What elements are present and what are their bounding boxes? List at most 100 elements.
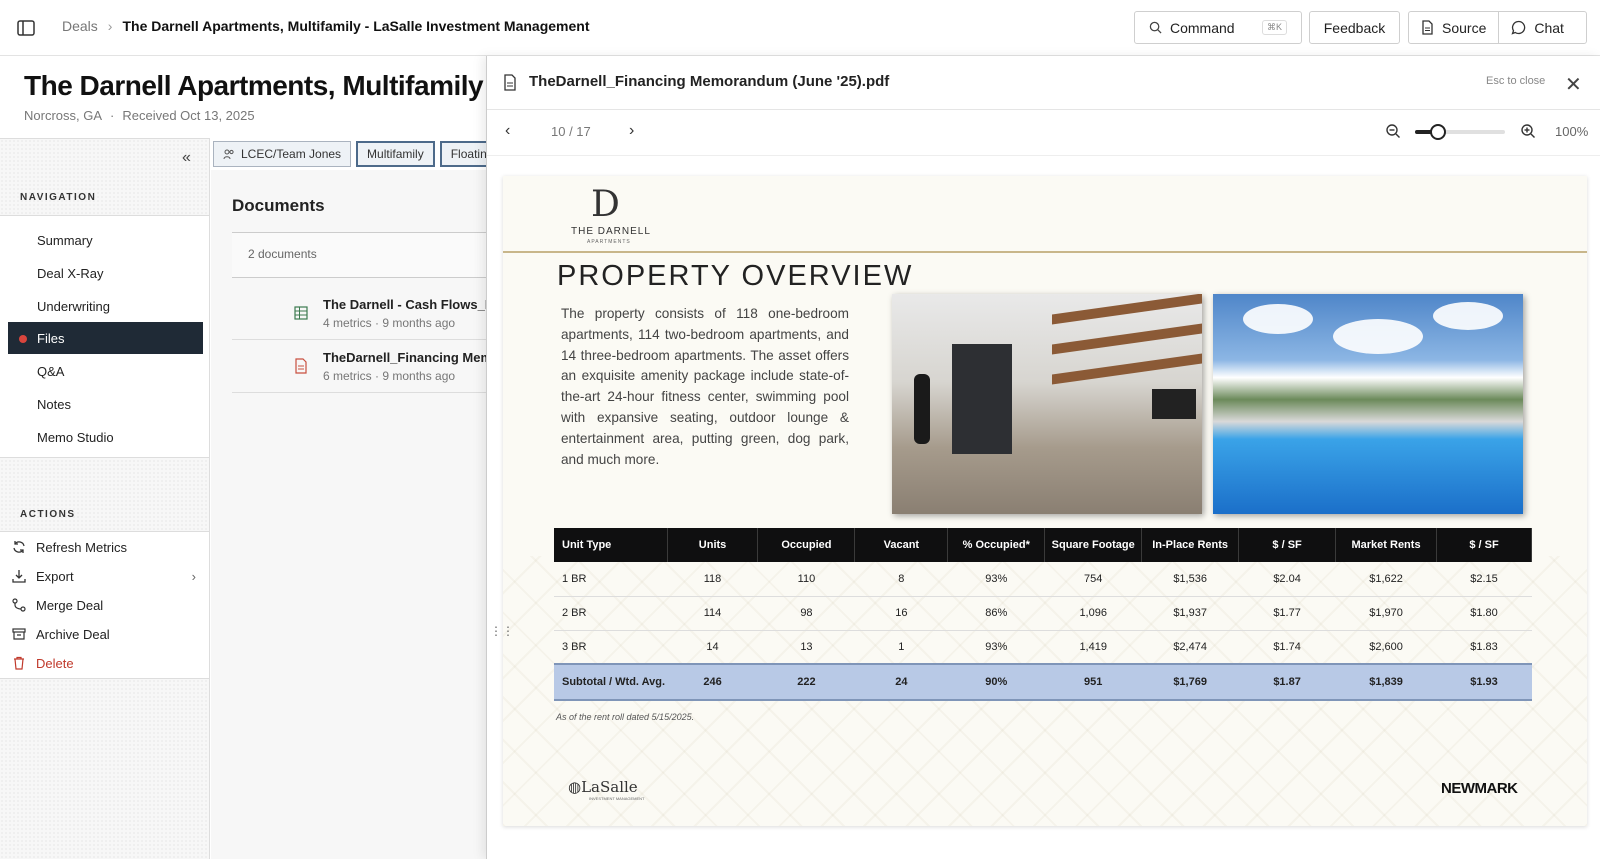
nav-item-files[interactable]: Files <box>8 322 203 354</box>
table-cell: 24 <box>854 663 948 701</box>
breadcrumb-deals-link[interactable]: Deals <box>62 18 98 34</box>
deal-received: Received Oct 13, 2025 <box>122 108 255 123</box>
table-cell: $1,536 <box>1141 562 1239 597</box>
command-button[interactable]: Command ⌘K <box>1134 11 1302 44</box>
merge-deal-action[interactable]: Merge Deal <box>12 592 202 618</box>
photo-beam <box>1052 323 1202 355</box>
table-cell: 951 <box>1044 663 1142 701</box>
nav-item-memo-studio[interactable]: Memo Studio <box>8 421 203 453</box>
photo-beam <box>1052 294 1202 325</box>
resize-handle-icon[interactable]: ⋮⋮ <box>490 624 514 638</box>
document-icon <box>504 74 516 91</box>
lasalle-logo-sub: INVESTMENT MANAGEMENT <box>589 796 645 801</box>
table-cell: $1.80 <box>1436 596 1532 631</box>
table-cell: 2 BR <box>554 596 668 631</box>
table-cell: 114 <box>667 596 758 631</box>
table-subtotal-row: Subtotal / Wtd. Avg. 246 222 24 90% 951 … <box>554 663 1532 701</box>
left-sidebar: « NAVIGATION Summary Deal X-Ray Underwri… <box>0 138 210 859</box>
documents-title: Documents <box>232 196 325 215</box>
tag-team[interactable]: LCEC/Team Jones <box>213 141 352 167</box>
chevron-left-icon[interactable]: ‹ <box>505 122 510 140</box>
refresh-metrics-action[interactable]: Refresh Metrics <box>12 534 202 560</box>
zoom-in-icon[interactable] <box>1520 123 1536 139</box>
darnell-logo-sub: APARTMENTS <box>587 239 631 245</box>
delete-label: Delete <box>36 655 74 671</box>
chat-label: Chat <box>1534 19 1564 36</box>
table-cell: $1.77 <box>1238 596 1336 631</box>
source-button[interactable]: Source <box>1409 12 1498 43</box>
tag-team-label: LCEC/Team Jones <box>241 147 342 161</box>
archive-deal-action[interactable]: Archive Deal <box>12 621 202 647</box>
table-cell: 222 <box>757 663 855 701</box>
table-cell: $1.83 <box>1436 630 1532 665</box>
zoom-out-icon[interactable] <box>1385 123 1401 139</box>
collapse-sidebar-icon[interactable]: « <box>182 149 191 167</box>
nav-item-summary[interactable]: Summary <box>8 224 203 256</box>
chat-button[interactable]: Chat <box>1498 12 1576 43</box>
table-cell: $1.87 <box>1238 663 1336 701</box>
feedback-button[interactable]: Feedback <box>1309 11 1400 44</box>
tag-multifamily[interactable]: Multifamily <box>356 141 435 167</box>
table-header-row: Unit Type Units Occupied Vacant % Occupi… <box>554 528 1532 562</box>
viewer-toolbar: ‹ 10 / 17 › 100% <box>487 110 1600 156</box>
nav-item-qa[interactable]: Q&A <box>8 355 203 387</box>
viewer-header: TheDarnell_Financing Memorandum (June '2… <box>487 56 1600 110</box>
col-vacant: Vacant <box>854 528 949 562</box>
table-cell: 1 <box>854 630 948 665</box>
nav-item-notes[interactable]: Notes <box>8 388 203 420</box>
table-cell: 98 <box>757 596 855 631</box>
deal-location: Norcross, GA <box>24 108 103 123</box>
actions-list: Refresh Metrics Export › Merge Deal Arch… <box>0 531 209 679</box>
archive-deal-label: Archive Deal <box>36 626 110 642</box>
search-icon <box>1149 21 1162 34</box>
table-cell: $1.93 <box>1436 663 1532 701</box>
merge-icon <box>12 598 26 612</box>
col-pct-occupied: % Occupied* <box>947 528 1046 562</box>
col-square-footage: Square Footage <box>1044 528 1143 562</box>
darnell-logo-name: THE DARNELL <box>571 226 651 237</box>
export-label: Export <box>36 568 74 584</box>
pdf-icon <box>295 358 307 374</box>
nav-item-underwriting[interactable]: Underwriting <box>8 290 203 322</box>
documents-panel: Documents 2 documents The Darnell - Cash… <box>211 170 502 859</box>
document-row[interactable]: TheDarnell_Financing Mem 6 metrics · 9 m… <box>232 341 502 393</box>
delete-action[interactable]: Delete <box>12 650 202 676</box>
documents-count: 2 documents <box>232 232 502 278</box>
table-cell: 93% <box>947 562 1045 597</box>
zoom-slider-handle[interactable] <box>1429 124 1446 140</box>
deal-title: The Darnell Apartments, Multifamily - La… <box>24 70 484 101</box>
close-icon[interactable]: ✕ <box>1565 72 1582 97</box>
fitness-center-photo <box>892 294 1202 514</box>
table-row: 1 BR 118 110 8 93% 754 $1,536 $2.04 $1,6… <box>554 562 1532 597</box>
col-occupied: Occupied <box>757 528 856 562</box>
table-cell: 1,096 <box>1044 596 1142 631</box>
table-cell: $2,474 <box>1141 630 1239 665</box>
export-action[interactable]: Export › <box>12 563 202 589</box>
table-cell: $1,622 <box>1335 562 1437 597</box>
nav-item-files-label: Files <box>37 330 65 346</box>
photo-rack <box>952 344 1012 454</box>
table-cell: $1,769 <box>1141 663 1239 701</box>
zoom-slider[interactable] <box>1415 124 1505 140</box>
table-cell: 13 <box>757 630 855 665</box>
photo-cloud <box>1433 302 1503 330</box>
deal-tags: LCEC/Team Jones Multifamily Floating <box>213 141 505 167</box>
command-label: Command <box>1170 19 1235 36</box>
document-row[interactable]: The Darnell - Cash Flows_N 4 metrics · 9… <box>232 288 502 340</box>
col-in-place-psf: $ / SF <box>1238 528 1337 562</box>
chevron-right-icon[interactable]: › <box>629 122 634 140</box>
table-cell: 1 BR <box>554 562 668 597</box>
viewer-filename: TheDarnell_Financing Memorandum (June '2… <box>529 73 890 90</box>
archive-icon <box>12 628 26 640</box>
refresh-metrics-label: Refresh Metrics <box>36 539 128 555</box>
table-cell: 16 <box>854 596 948 631</box>
nav-item-deal-x-ray[interactable]: Deal X-Ray <box>8 257 203 289</box>
sidebar-toggle-icon[interactable] <box>16 18 36 38</box>
breadcrumb: Deals › The Darnell Apartments, Multifam… <box>62 18 590 34</box>
document-meta: 6 metrics · 9 months ago <box>323 369 456 383</box>
darnell-logo-letter: D <box>591 184 620 225</box>
actions-section-label: ACTIONS <box>20 509 76 520</box>
newmark-logo: NEWMARK <box>1441 780 1518 797</box>
table-cell: 754 <box>1044 562 1142 597</box>
table-cell: 246 <box>667 663 758 701</box>
